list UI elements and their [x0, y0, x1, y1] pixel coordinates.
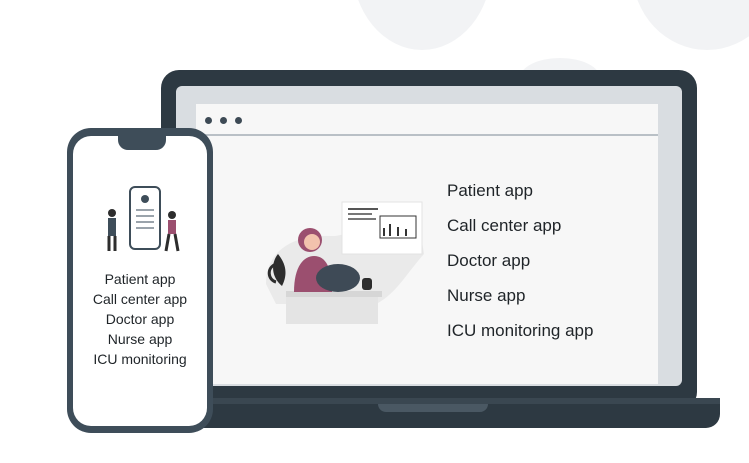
phone-notch: [118, 132, 166, 150]
background-circle: [352, 0, 492, 50]
phone-app-list: Patient app Call center app Doctor app N…: [73, 270, 207, 370]
phone-app-item: Nurse app: [107, 331, 173, 347]
phone-app-item: ICU monitoring: [93, 351, 187, 367]
window-dot-icon: [220, 117, 227, 124]
phone-app-item: Doctor app: [105, 311, 175, 327]
browser-title-bar: [196, 104, 658, 136]
phone-app-item: Call center app: [92, 291, 188, 307]
laptop-app-item: Doctor app: [447, 251, 531, 270]
laptop-app-item: ICU monitoring app: [447, 321, 594, 340]
phone-app-illustration: [107, 186, 180, 252]
laptop-app-item: Patient app: [447, 181, 534, 200]
phone-app-item: Patient app: [104, 271, 176, 287]
laptop-app-item: Nurse app: [447, 286, 526, 305]
laptop-app-list: Patient app Call center app Doctor app N…: [447, 180, 593, 355]
laptop-notch: [378, 404, 488, 412]
person-at-laptop-illustration: [266, 201, 424, 324]
window-dot-icon: [235, 117, 242, 124]
laptop-app-item: Call center app: [447, 216, 562, 235]
background-circle: [632, 0, 749, 50]
window-dot-icon: [205, 117, 212, 124]
